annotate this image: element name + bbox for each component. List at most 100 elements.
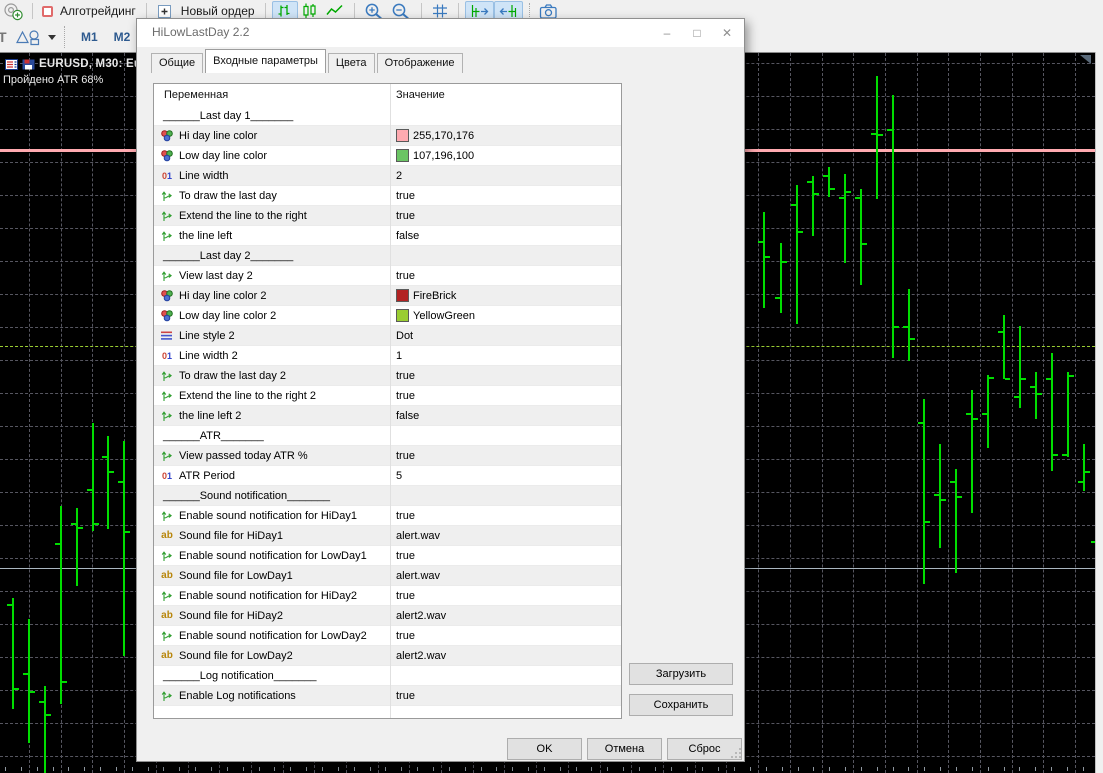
- parameter-row[interactable]: Extend the line to the right 2 true: [154, 386, 621, 406]
- parameter-value[interactable]: alert.wav: [396, 530, 440, 542]
- autotrading-button[interactable]: Алготрейдинг: [60, 4, 136, 18]
- timeframe-m1-button[interactable]: M1: [81, 30, 98, 44]
- chart-shift-marker[interactable]: [1080, 55, 1091, 64]
- parameter-value[interactable]: true: [396, 450, 415, 462]
- ohlc-bar: [987, 375, 989, 448]
- parameter-name: Enable sound notification for HiDay2: [179, 589, 357, 602]
- parameter-row[interactable]: Hi day line color 2 FireBrick: [154, 286, 621, 306]
- parameter-value[interactable]: true: [396, 210, 415, 222]
- color-swatch: [396, 309, 409, 322]
- parameter-value[interactable]: false: [396, 230, 419, 242]
- dialog-tab[interactable]: Отображение: [376, 53, 463, 73]
- parameter-value[interactable]: 2: [396, 170, 402, 182]
- toolbar-separator: [32, 3, 33, 19]
- autotrading-icon[interactable]: [39, 1, 56, 21]
- bool-icon: [160, 409, 174, 422]
- parameter-name: ______Sound notification_______: [163, 489, 330, 502]
- new-order-button[interactable]: Новый ордер: [181, 4, 255, 18]
- parameter-row[interactable]: the line left 2 false: [154, 406, 621, 426]
- integer-icon: 01: [161, 350, 173, 361]
- parameter-row[interactable]: Enable sound notification for HiDay2 true: [154, 586, 621, 606]
- close-button[interactable]: ✕: [712, 21, 742, 44]
- parameter-value[interactable]: 255,170,176: [413, 130, 474, 142]
- ok-button[interactable]: OK: [507, 738, 582, 760]
- parameter-row[interactable]: ab Sound file for HiDay2 alert2.wav: [154, 606, 621, 626]
- parameter-row[interactable]: Low day line color 107,196,100: [154, 146, 621, 166]
- section-row[interactable]: ______Last day 2_______: [154, 246, 621, 266]
- chart-save-icon: [22, 59, 35, 70]
- ohlc-bar: [876, 76, 878, 199]
- parameter-row[interactable]: To draw the last day true: [154, 186, 621, 206]
- parameter-row[interactable]: Line style 2 Dot: [154, 326, 621, 346]
- parameter-value[interactable]: true: [396, 510, 415, 522]
- parameter-value[interactable]: alert2.wav: [396, 650, 446, 662]
- parameter-value[interactable]: 5: [396, 470, 402, 482]
- parameter-row[interactable]: ab Sound file for LowDay1 alert.wav: [154, 566, 621, 586]
- parameter-name: ______Last day 2_______: [163, 249, 294, 262]
- ohlc-bar: [812, 176, 814, 236]
- dialog-tab[interactable]: Входные параметры: [205, 49, 326, 73]
- parameter-row[interactable]: 0 1 ATR Period 5: [154, 466, 621, 486]
- parameter-value[interactable]: true: [396, 690, 415, 702]
- parameter-value[interactable]: true: [396, 590, 415, 602]
- toolbar-separator: [528, 3, 530, 19]
- ohlc-bar: [892, 95, 894, 358]
- parameter-value[interactable]: true: [396, 630, 415, 642]
- parameter-row[interactable]: ab Sound file for LowDay2 alert2.wav: [154, 646, 621, 666]
- section-row[interactable]: ______Sound notification_______: [154, 486, 621, 506]
- save-button[interactable]: Сохранить: [629, 694, 733, 716]
- ohlc-bar: [1035, 372, 1037, 419]
- parameter-value[interactable]: true: [396, 390, 415, 402]
- resize-grip[interactable]: [731, 748, 742, 759]
- parameter-value[interactable]: true: [396, 550, 415, 562]
- ohlc-bar: [828, 167, 830, 197]
- ohlc-bar: [1003, 315, 1005, 379]
- parameter-row[interactable]: 0 1 Line width 2 1: [154, 346, 621, 366]
- parameter-row[interactable]: the line left false: [154, 226, 621, 246]
- chevron-down-icon[interactable]: [48, 34, 56, 40]
- section-row[interactable]: ______ATR_______: [154, 426, 621, 446]
- load-button[interactable]: Загрузить: [629, 663, 733, 685]
- bool-icon: [160, 449, 174, 462]
- parameter-value[interactable]: YellowGreen: [413, 310, 475, 322]
- cursor-tool-icon[interactable]: T: [0, 29, 12, 45]
- parameter-value[interactable]: true: [396, 270, 415, 282]
- parameter-row[interactable]: View last day 2 true: [154, 266, 621, 286]
- parameter-value[interactable]: FireBrick: [413, 290, 456, 302]
- parameter-row[interactable]: Enable sound notification for LowDay1 tru…: [154, 546, 621, 566]
- parameter-row[interactable]: To draw the last day 2 true: [154, 366, 621, 386]
- section-row[interactable]: ______Last day 1_______: [154, 106, 621, 126]
- string-icon: ab: [161, 610, 173, 621]
- parameter-value[interactable]: false: [396, 410, 419, 422]
- window-right-edge: [1095, 52, 1103, 773]
- shapes-tool-icon[interactable]: [12, 27, 45, 47]
- parameter-row[interactable]: Low day line color 2 YellowGreen: [154, 306, 621, 326]
- parameter-value[interactable]: Dot: [396, 330, 413, 342]
- parameter-row[interactable]: Enable sound notification for HiDay1 true: [154, 506, 621, 526]
- dialog-titlebar[interactable]: HiLowLastDay 2.2 – □ ✕: [137, 19, 744, 47]
- parameter-row[interactable]: ab Sound file for HiDay1 alert.wav: [154, 526, 621, 546]
- section-row[interactable]: ______Log notification_______: [154, 666, 621, 686]
- parameter-value[interactable]: alert.wav: [396, 570, 440, 582]
- signal-icon[interactable]: [0, 1, 26, 21]
- parameter-value[interactable]: alert2.wav: [396, 610, 446, 622]
- parameter-name: ______ATR_______: [163, 429, 264, 442]
- parameter-value[interactable]: true: [396, 190, 415, 202]
- cancel-button[interactable]: Отмена: [587, 738, 662, 760]
- parameter-row[interactable]: 0 1 Line width 2: [154, 166, 621, 186]
- parameter-row[interactable]: Enable Log notifications true: [154, 686, 621, 706]
- parameter-value[interactable]: true: [396, 370, 415, 382]
- parameter-value[interactable]: 107,196,100: [413, 150, 474, 162]
- ohlc-bar: [763, 212, 765, 308]
- dialog-tab[interactable]: Общие: [151, 53, 204, 73]
- maximize-button[interactable]: □: [682, 21, 712, 44]
- minimize-button[interactable]: –: [652, 21, 682, 44]
- mt4-window: Алготрейдинг Новый ордер T M1 M2 EURUSD,…: [0, 0, 1103, 773]
- dialog-tab[interactable]: Цвета: [327, 53, 375, 73]
- parameter-row[interactable]: Hi day line color 255,170,176: [154, 126, 621, 146]
- parameter-row[interactable]: Extend the line to the right true: [154, 206, 621, 226]
- parameter-row[interactable]: View passed today ATR % true: [154, 446, 621, 466]
- parameter-value[interactable]: 1: [396, 350, 402, 362]
- parameter-row[interactable]: Enable sound notification for LowDay2 tru…: [154, 626, 621, 646]
- timeframe-m2-button[interactable]: M2: [114, 30, 131, 44]
